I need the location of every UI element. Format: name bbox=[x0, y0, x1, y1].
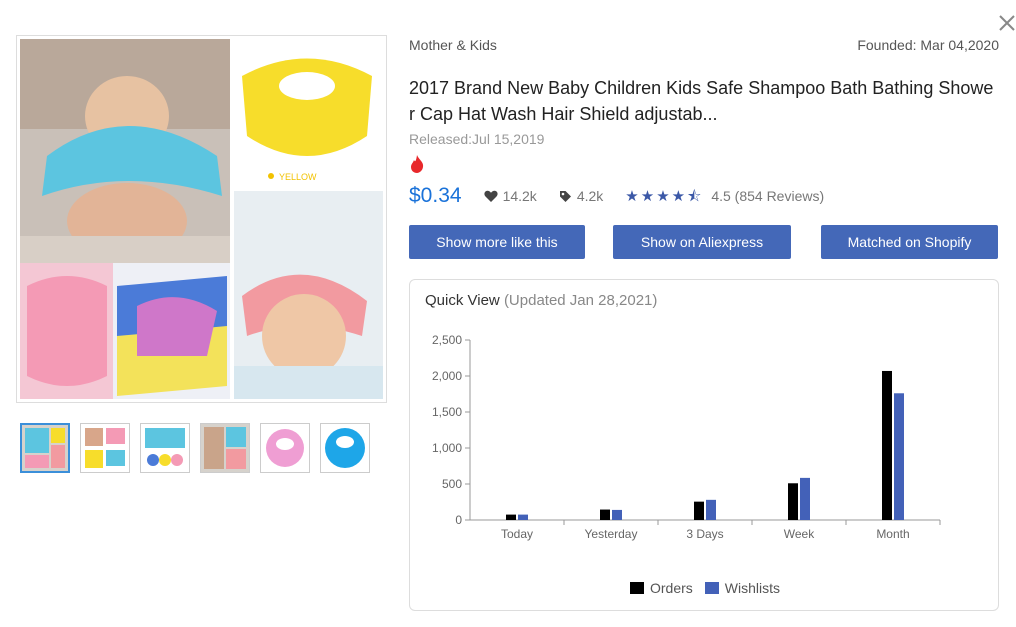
tags-stat: 4.2k bbox=[559, 188, 603, 204]
show-on-aliexpress-button[interactable]: Show on Aliexpress bbox=[613, 225, 791, 259]
close-button[interactable] bbox=[996, 12, 1016, 34]
y-tick-label: 2,500 bbox=[432, 333, 462, 347]
star-icon: ★ bbox=[640, 187, 655, 205]
y-tick-label: 1,000 bbox=[432, 441, 462, 455]
bar-orders bbox=[506, 514, 516, 520]
bar-wishlists bbox=[894, 393, 904, 520]
quick-view-chart: 0 500 1,000 1,500 2,000 2,500 Today Yesterday 3 … bbox=[432, 333, 941, 541]
y-tick-label: 0 bbox=[455, 513, 462, 527]
x-tick-label: Week bbox=[784, 527, 815, 541]
x-tick-label: Today bbox=[501, 527, 533, 541]
product-title: 2017 Brand New Baby Children Kids Safe S… bbox=[409, 78, 994, 124]
bar-orders bbox=[788, 483, 798, 520]
quick-view-title: Quick View (Updated Jan 28,2021) bbox=[425, 292, 657, 309]
thumbnail-6[interactable] bbox=[320, 423, 370, 473]
released-date: Released:Jul 15,2019 bbox=[409, 131, 545, 147]
bar-wishlists bbox=[612, 509, 622, 520]
x-tick-label: Yesterday bbox=[585, 527, 638, 541]
likes-stat: 14.2k bbox=[483, 188, 537, 204]
hot-fire-icon bbox=[409, 154, 425, 174]
rating-text: 4.5 (854 Reviews) bbox=[711, 188, 825, 204]
y-tick-label: 500 bbox=[442, 477, 462, 491]
thumbnail-2[interactable] bbox=[80, 423, 130, 473]
legend-swatch bbox=[704, 582, 719, 594]
tag-icon bbox=[559, 190, 571, 202]
thumbnail-3[interactable] bbox=[140, 423, 190, 473]
product-stats: $0.34 14.2k 4.2k ★ ★ ★ ★ ⯪ 4.5 (854 Revi… bbox=[409, 182, 824, 210]
show-more-like-this-button[interactable]: Show more like this bbox=[409, 225, 585, 259]
image-tag-text: YELLOW bbox=[279, 172, 317, 182]
bar-orders bbox=[694, 501, 704, 520]
thumbnail-strip bbox=[20, 423, 380, 473]
legend-swatch bbox=[629, 582, 644, 594]
y-tick-label: 2,000 bbox=[432, 369, 462, 383]
legend-label: Orders bbox=[649, 580, 693, 596]
quick-view-panel: Quick View (Updated Jan 28,2021) 0 500 1,0… bbox=[409, 279, 999, 611]
star-icon: ★ bbox=[671, 187, 686, 205]
bar-wishlists bbox=[800, 477, 810, 520]
x-tick-label: Month bbox=[876, 527, 909, 541]
star-icon: ★ bbox=[625, 187, 639, 205]
x-tick-label: 3 Days bbox=[686, 527, 723, 541]
tags-count: 4.2k bbox=[576, 188, 604, 204]
founded-date: Founded: Mar 04,2020 bbox=[857, 37, 999, 53]
bar-wishlists bbox=[706, 499, 716, 520]
rating-stars: ★ ★ ★ ★ ⯪ bbox=[625, 189, 703, 204]
product-category: Mother & Kids bbox=[409, 37, 497, 53]
thumbnail-1[interactable] bbox=[20, 423, 70, 473]
product-price: $0.34 bbox=[409, 184, 462, 207]
legend-label: Wishlists bbox=[724, 580, 781, 596]
quick-view-updated: (Updated Jan 28,2021) bbox=[503, 292, 658, 309]
legend-item: Wishlists bbox=[704, 580, 781, 596]
close-icon bbox=[999, 15, 1015, 31]
y-tick-label: 1,500 bbox=[432, 405, 462, 419]
bar-wishlists bbox=[518, 514, 528, 520]
legend-item: Orders bbox=[629, 580, 693, 596]
likes-count: 14.2k bbox=[502, 188, 537, 204]
thumbnail-5[interactable] bbox=[260, 423, 310, 473]
main-product-image: YELLOW bbox=[16, 35, 387, 403]
bar-orders bbox=[600, 509, 610, 520]
thumbnail-4[interactable] bbox=[200, 423, 250, 473]
chart-legend: Orders Wishlists bbox=[410, 580, 1000, 596]
bar-orders bbox=[882, 370, 892, 520]
star-icon: ★ bbox=[656, 187, 670, 205]
heart-icon bbox=[483, 190, 498, 202]
quick-view-label: Quick View bbox=[425, 292, 500, 309]
matched-on-shopify-button[interactable]: Matched on Shopify bbox=[821, 225, 998, 259]
half-star-icon: ⯪ bbox=[687, 187, 702, 205]
